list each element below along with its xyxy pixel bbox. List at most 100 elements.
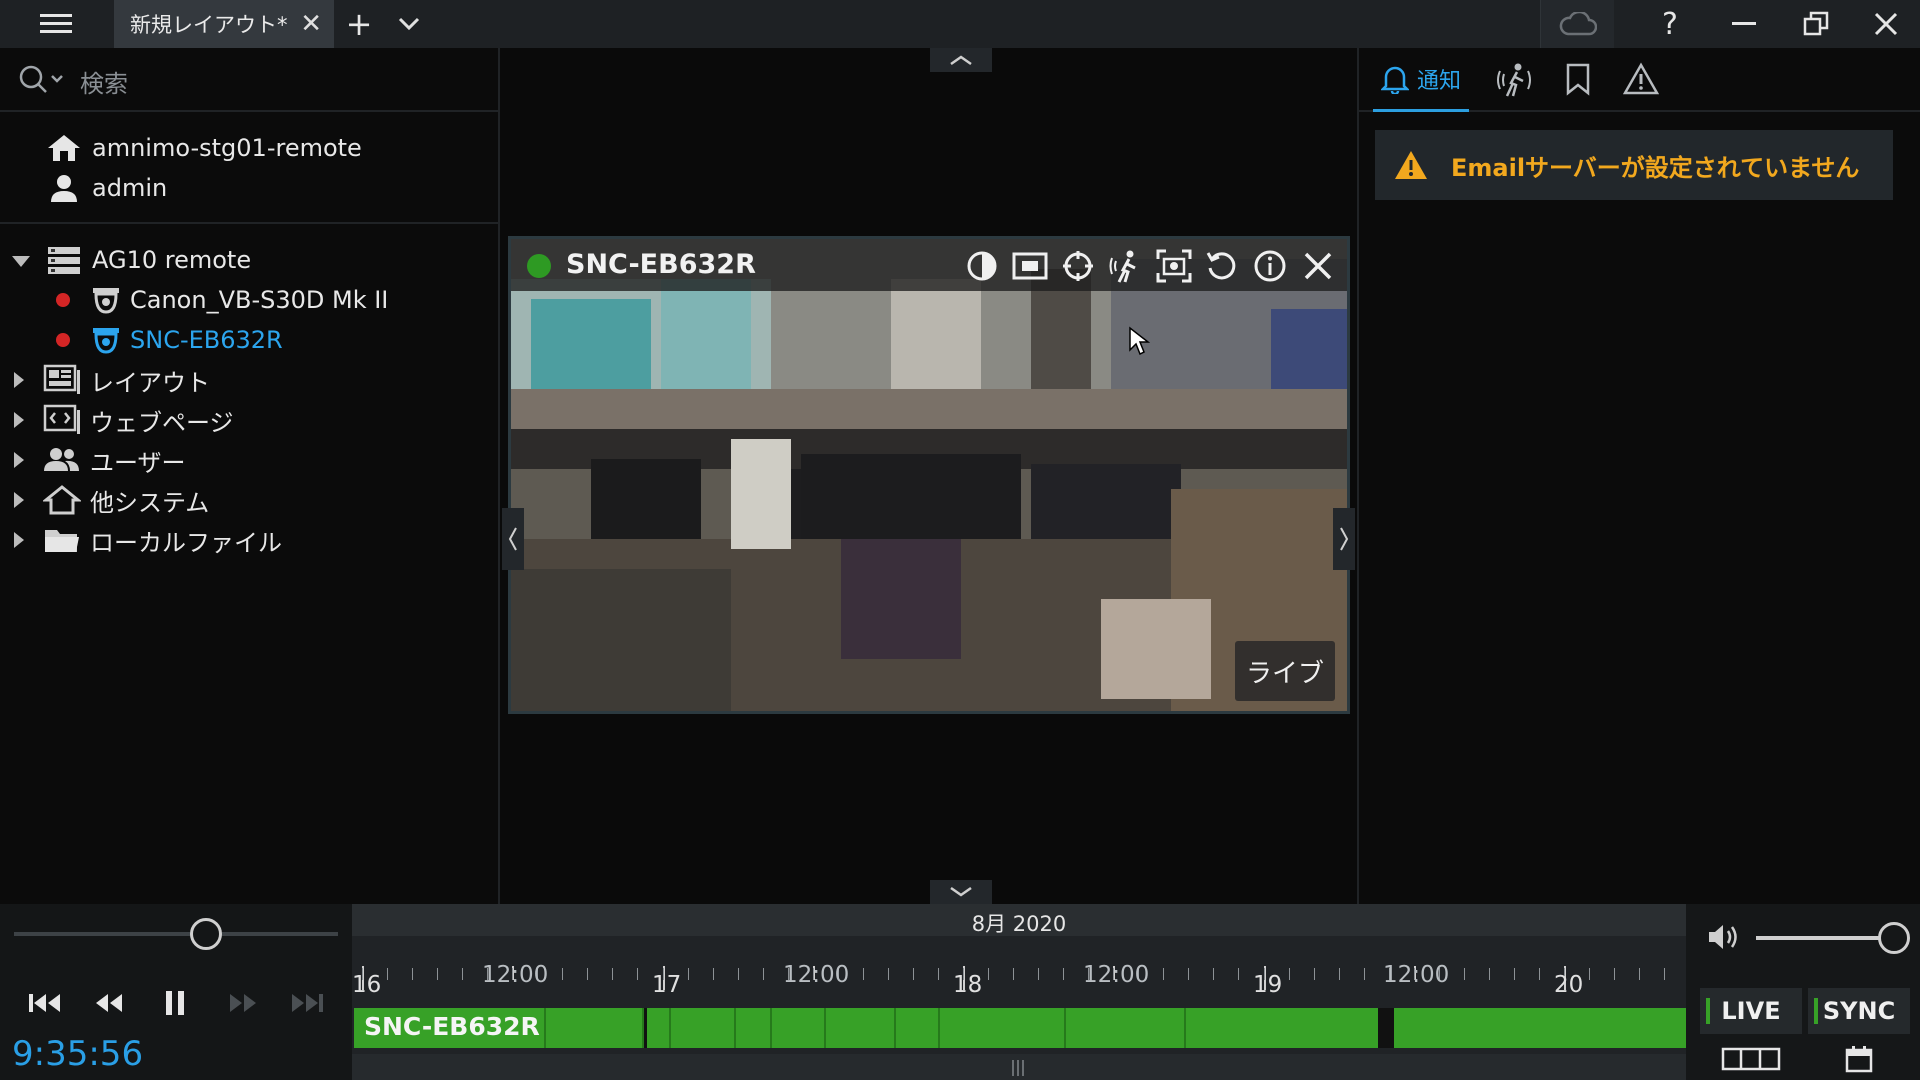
timeline-minor-tick bbox=[437, 968, 439, 980]
thumbnails-toggle[interactable] bbox=[1700, 1042, 1802, 1076]
timeline-minor-tick bbox=[1313, 968, 1315, 980]
search-input[interactable]: 検索 bbox=[80, 64, 128, 99]
tab-notifications[interactable]: 通知 bbox=[1373, 48, 1469, 112]
timeline-minor-tick bbox=[737, 968, 739, 980]
tree-folder-label: レイアウト bbox=[90, 368, 210, 397]
timeline-label: 19 bbox=[1253, 972, 1283, 998]
timeline-minor-tick bbox=[1664, 968, 1666, 980]
mouse-cursor-icon bbox=[1129, 326, 1150, 356]
image-adjust-icon[interactable] bbox=[963, 247, 1001, 285]
rotate-icon[interactable] bbox=[1203, 247, 1241, 285]
camera-tile[interactable]: SNC-EB632R ライブ bbox=[508, 236, 1350, 714]
timeline-minor-tick bbox=[1538, 968, 1540, 980]
volume-slider[interactable] bbox=[1756, 936, 1892, 940]
timeline-label: 12:00 bbox=[1083, 962, 1150, 988]
ptz-target-icon[interactable] bbox=[1059, 247, 1097, 285]
tree-local-files[interactable]: ローカルファイル bbox=[42, 522, 282, 558]
volume-icon[interactable] bbox=[1706, 922, 1742, 956]
tree-folder-label: 他システム bbox=[90, 488, 210, 517]
rewind-button[interactable] bbox=[84, 978, 134, 1028]
expand-caret-icon[interactable] bbox=[14, 492, 24, 508]
tab-list-chevron-icon[interactable] bbox=[394, 0, 424, 48]
playhead[interactable] bbox=[644, 1008, 647, 1048]
sync-button[interactable]: SYNC bbox=[1808, 988, 1910, 1034]
warning-tab-icon[interactable] bbox=[1622, 62, 1660, 100]
user-row[interactable]: admin bbox=[44, 170, 167, 206]
cloud-connect-button[interactable] bbox=[1540, 0, 1614, 48]
timeline-minor-tick bbox=[1589, 968, 1591, 980]
timeline-label: 12:00 bbox=[783, 962, 850, 988]
tree-server-ag10[interactable]: AG10 remote bbox=[44, 242, 251, 278]
expand-caret-icon[interactable] bbox=[14, 372, 24, 388]
live-button-label: LIVE bbox=[1721, 997, 1781, 1025]
alert-email-not-configured[interactable]: Emailサーバーが設定されていません bbox=[1375, 130, 1893, 200]
timeline-minor-tick bbox=[562, 968, 564, 980]
home-outline-icon bbox=[42, 482, 82, 518]
server-name-row[interactable]: amnimo-stg01-remote bbox=[44, 130, 362, 166]
motion-search-icon[interactable] bbox=[1107, 247, 1145, 285]
tree-users[interactable]: ユーザー bbox=[42, 442, 186, 478]
offline-status-dot bbox=[56, 333, 70, 347]
close-tile-icon[interactable] bbox=[1299, 247, 1337, 285]
search-icon bbox=[19, 65, 63, 93]
expand-left-panel-button[interactable] bbox=[502, 508, 524, 570]
recording-track[interactable]: SNC-EB632R bbox=[354, 1008, 1686, 1048]
expand-caret-icon[interactable] bbox=[14, 412, 24, 428]
timeline-scrollbar[interactable] bbox=[352, 1054, 1686, 1080]
timeline-minor-tick bbox=[587, 968, 589, 980]
minimize-button[interactable] bbox=[1724, 0, 1764, 48]
main-menu-icon[interactable] bbox=[36, 0, 76, 48]
timeline-minor-tick bbox=[762, 968, 764, 980]
web-page-icon bbox=[42, 402, 82, 438]
collapse-top-panel-button[interactable] bbox=[930, 48, 992, 72]
expand-caret-icon[interactable] bbox=[14, 452, 24, 468]
camera-header: SNC-EB632R bbox=[511, 239, 1347, 291]
pause-button[interactable] bbox=[150, 978, 200, 1028]
timeline-label: 16 bbox=[352, 972, 382, 998]
tree-web-pages[interactable]: ウェブページ bbox=[42, 402, 234, 438]
close-window-button[interactable] bbox=[1866, 0, 1906, 48]
screenshot-icon[interactable] bbox=[1155, 247, 1193, 285]
search-box[interactable]: 検索 bbox=[0, 48, 500, 112]
tree-camera-snc-selected[interactable]: SNC-EB632R bbox=[56, 322, 283, 358]
volume-slider-knob[interactable] bbox=[1878, 922, 1910, 954]
tree-layouts[interactable]: レイアウト bbox=[42, 362, 210, 398]
calendar-icon[interactable] bbox=[1808, 1042, 1910, 1076]
sync-button-label: SYNC bbox=[1822, 997, 1896, 1025]
timeline-label: 20 bbox=[1554, 972, 1584, 998]
timeline-label: 12:00 bbox=[482, 962, 549, 988]
tree-camera-canon[interactable]: Canon_VB-S30D Mk II bbox=[56, 282, 388, 318]
bookmark-icon[interactable] bbox=[1565, 62, 1591, 100]
skip-to-start-button[interactable] bbox=[20, 978, 70, 1028]
timeline[interactable]: 8月 2020 16 12:00 17 12:00 18 12:00 19 12… bbox=[352, 904, 1717, 1080]
timeline-minor-tick bbox=[1288, 968, 1290, 980]
expand-caret-icon[interactable] bbox=[14, 532, 24, 548]
server-info: amnimo-stg01-remote admin bbox=[0, 114, 500, 224]
help-button[interactable]: ? bbox=[1650, 0, 1690, 48]
timeline-minor-tick bbox=[1013, 968, 1015, 980]
tab-label: 新規レイアウト* bbox=[130, 13, 288, 37]
speed-slider[interactable] bbox=[14, 932, 338, 936]
timeline-minor-tick bbox=[1513, 968, 1515, 980]
tab-motion-icon[interactable] bbox=[1495, 62, 1533, 102]
expand-right-panel-button[interactable] bbox=[1333, 508, 1355, 570]
live-button[interactable]: LIVE bbox=[1700, 988, 1802, 1034]
bell-icon bbox=[1380, 66, 1409, 94]
add-tab-button[interactable]: + bbox=[344, 0, 374, 48]
info-icon[interactable] bbox=[1251, 247, 1289, 285]
collapse-bottom-panel-button[interactable] bbox=[930, 880, 992, 904]
speed-slider-knob[interactable] bbox=[190, 918, 222, 950]
tree-other-systems[interactable]: 他システム bbox=[42, 482, 209, 518]
timeline-minor-tick bbox=[1363, 968, 1365, 980]
collapse-caret-icon[interactable] bbox=[12, 256, 30, 267]
dome-camera-icon bbox=[90, 322, 122, 358]
playback-controls: 9:35:56 bbox=[0, 904, 352, 1080]
close-tab-icon[interactable]: ✕ bbox=[300, 9, 322, 39]
restore-button[interactable] bbox=[1796, 0, 1836, 48]
folder-icon bbox=[42, 522, 82, 558]
tab-new-layout[interactable]: 新規レイアウト* ✕ bbox=[114, 0, 334, 48]
fit-frame-icon[interactable] bbox=[1011, 247, 1049, 285]
notification-panel: 通知 Emailサーバーが設定されていません bbox=[1357, 48, 1920, 904]
dome-camera-icon bbox=[90, 282, 122, 318]
resource-tree-panel: 検索 amnimo-stg01-remote admin AG10 remote… bbox=[0, 48, 500, 904]
